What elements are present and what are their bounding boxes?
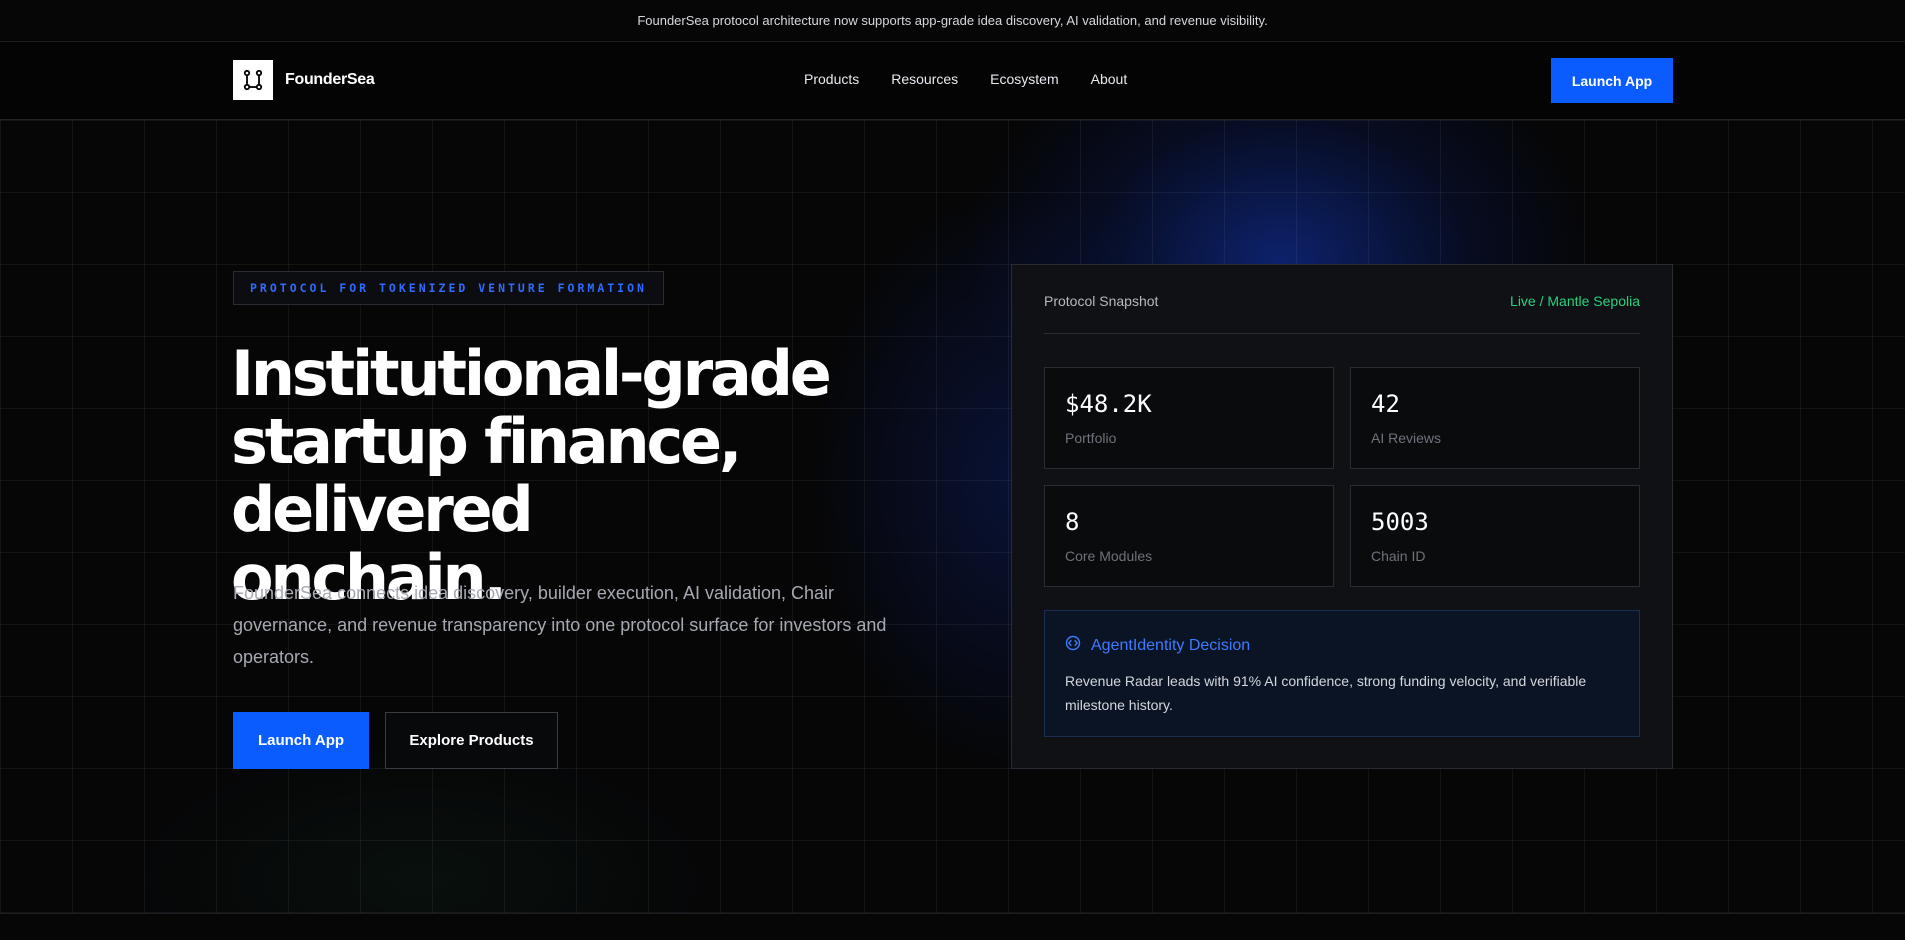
stat-card-chain-id: 5003 Chain ID (1350, 485, 1640, 587)
nav-link-about[interactable]: About (1091, 71, 1128, 87)
headline-line-2: startup finance, delivered (231, 405, 742, 546)
stat-label: Core Modules (1065, 548, 1153, 564)
hero-eyebrow-badge: PROTOCOL FOR TOKENIZED VENTURE FORMATION (233, 271, 664, 305)
nav-links: Products Resources Ecosystem About (804, 71, 1127, 87)
explore-products-button[interactable]: Explore Products (385, 712, 558, 769)
network-status: Live / Mantle Sepolia (1510, 293, 1640, 309)
stat-card-core-modules: 8 Core Modules (1044, 485, 1334, 587)
nav-link-products[interactable]: Products (804, 71, 859, 87)
snapshot-header: Protocol Snapshot Live / Mantle Sepolia (1044, 293, 1640, 334)
brand-name: FounderSea (285, 71, 375, 88)
stat-label: Chain ID (1371, 548, 1426, 564)
stat-value: 42 (1371, 390, 1400, 418)
decision-title: AgentIdentity Decision (1091, 636, 1251, 654)
next-section (0, 914, 1905, 940)
protocol-snapshot-card: Protocol Snapshot Live / Mantle Sepolia … (1011, 264, 1673, 769)
snapshot-title: Protocol Snapshot (1044, 293, 1159, 309)
top-navbar: FounderSea Products Resources Ecosystem … (0, 42, 1905, 120)
stat-value: 8 (1065, 508, 1080, 536)
brand-home-link[interactable]: FounderSea (233, 60, 375, 100)
announcement-text: FounderSea protocol architecture now sup… (637, 13, 1268, 28)
logo-icon (233, 60, 273, 100)
launch-app-nav-button[interactable]: Launch App (1551, 58, 1673, 103)
nav-link-resources[interactable]: Resources (891, 71, 958, 87)
stat-card-ai-reviews: 42 AI Reviews (1350, 367, 1640, 469)
stat-label: Portfolio (1065, 430, 1117, 446)
stat-value: $48.2K (1065, 390, 1152, 418)
nav-link-ecosystem[interactable]: Ecosystem (990, 71, 1058, 87)
code-brackets-icon (1065, 635, 1081, 656)
hero-headline: Institutional-grade startup finance, del… (231, 340, 991, 612)
stat-value: 5003 (1371, 508, 1429, 536)
agent-decision-panel: AgentIdentity Decision Revenue Radar lea… (1044, 610, 1640, 737)
stat-card-portfolio: $48.2K Portfolio (1044, 367, 1334, 469)
announcement-bar: FounderSea protocol architecture now sup… (0, 0, 1905, 42)
decision-body: Revenue Radar leads with 91% AI confiden… (1065, 673, 1587, 713)
decision-header: AgentIdentity Decision (1065, 635, 1250, 656)
headline-line-1: Institutional-grade (231, 337, 832, 410)
launch-app-button[interactable]: Launch App (233, 712, 369, 769)
hero-description: FounderSea connects idea discovery, buil… (233, 583, 887, 667)
stat-label: AI Reviews (1371, 430, 1442, 446)
